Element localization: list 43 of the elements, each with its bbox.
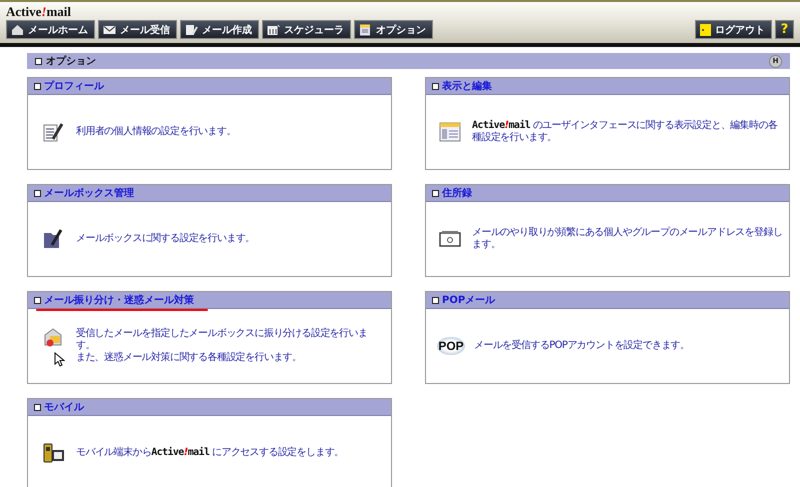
card-title-link[interactable]: 表示と編集 <box>442 79 492 93</box>
card-title-link[interactable]: メール振り分け・迷惑メール対策 <box>44 293 194 307</box>
section-title: オプション <box>46 54 96 68</box>
card-title-link[interactable]: 住所録 <box>442 186 472 200</box>
app-logo: Active!mail <box>6 5 71 18</box>
house-icon <box>11 24 24 36</box>
envelope-icon <box>103 24 116 36</box>
card-description: 利用者の個人情報の設定を行います。 <box>76 126 236 138</box>
card-title-link[interactable]: POPメール <box>442 293 496 307</box>
document-pencil-icon <box>185 24 198 36</box>
card-title-link[interactable]: プロフィール <box>44 79 104 93</box>
folder-pencil-icon <box>41 227 65 251</box>
calendar-icon <box>267 24 280 36</box>
window-icon <box>359 24 372 36</box>
card-description: メールボックスに関する設定を行います。 <box>76 233 255 245</box>
door-icon <box>700 24 711 36</box>
bullet-icon <box>34 190 41 196</box>
pop-logo: POP <box>437 337 465 355</box>
card-description: メールを受信するPOPアカウントを設定できます。 <box>474 340 690 352</box>
bullet-icon <box>34 404 41 410</box>
bullet-icon <box>432 296 439 304</box>
bullet-icon <box>34 82 41 90</box>
bullet-icon <box>432 82 439 90</box>
card-title-link[interactable]: モバイル <box>44 400 84 414</box>
card-description: モバイル端末からActive!mail にアクセスする設定をします。 <box>76 447 344 459</box>
help-button[interactable]: ? <box>775 20 794 39</box>
toolbar-button[interactable]: スケジューラ <box>262 20 351 39</box>
toolbar-button[interactable]: メール作成 <box>180 20 259 39</box>
card-description: Active!mail のユーザインタフェースに関する表示設定と、編集時の各種設定を行います。 <box>472 120 778 144</box>
bullet-icon <box>34 296 41 304</box>
window-layout-icon <box>438 120 462 144</box>
card-description: 受信したメールを指定したメールボックスに振り分ける設定を行います。 <box>76 328 368 352</box>
bullet-icon <box>35 58 42 64</box>
toolbar-button[interactable]: オプション <box>354 20 433 39</box>
logout-button[interactable]: ログアウト <box>695 20 772 39</box>
notepad-pencil-icon <box>41 120 65 144</box>
card-description: メールのやり取りが頻繁にある個人やグループのメールアドレスを登録します。 <box>472 227 783 251</box>
toolbar-button[interactable]: メール受信 <box>98 20 177 39</box>
card-description: また、迷惑メール対策に関する各種設定を行います。 <box>76 352 303 364</box>
toolbar-button[interactable]: メールホーム <box>6 20 95 39</box>
mobile-phone-icon <box>41 441 65 465</box>
bullet-icon <box>432 190 439 196</box>
card-title-link[interactable]: メールボックス管理 <box>44 186 134 200</box>
